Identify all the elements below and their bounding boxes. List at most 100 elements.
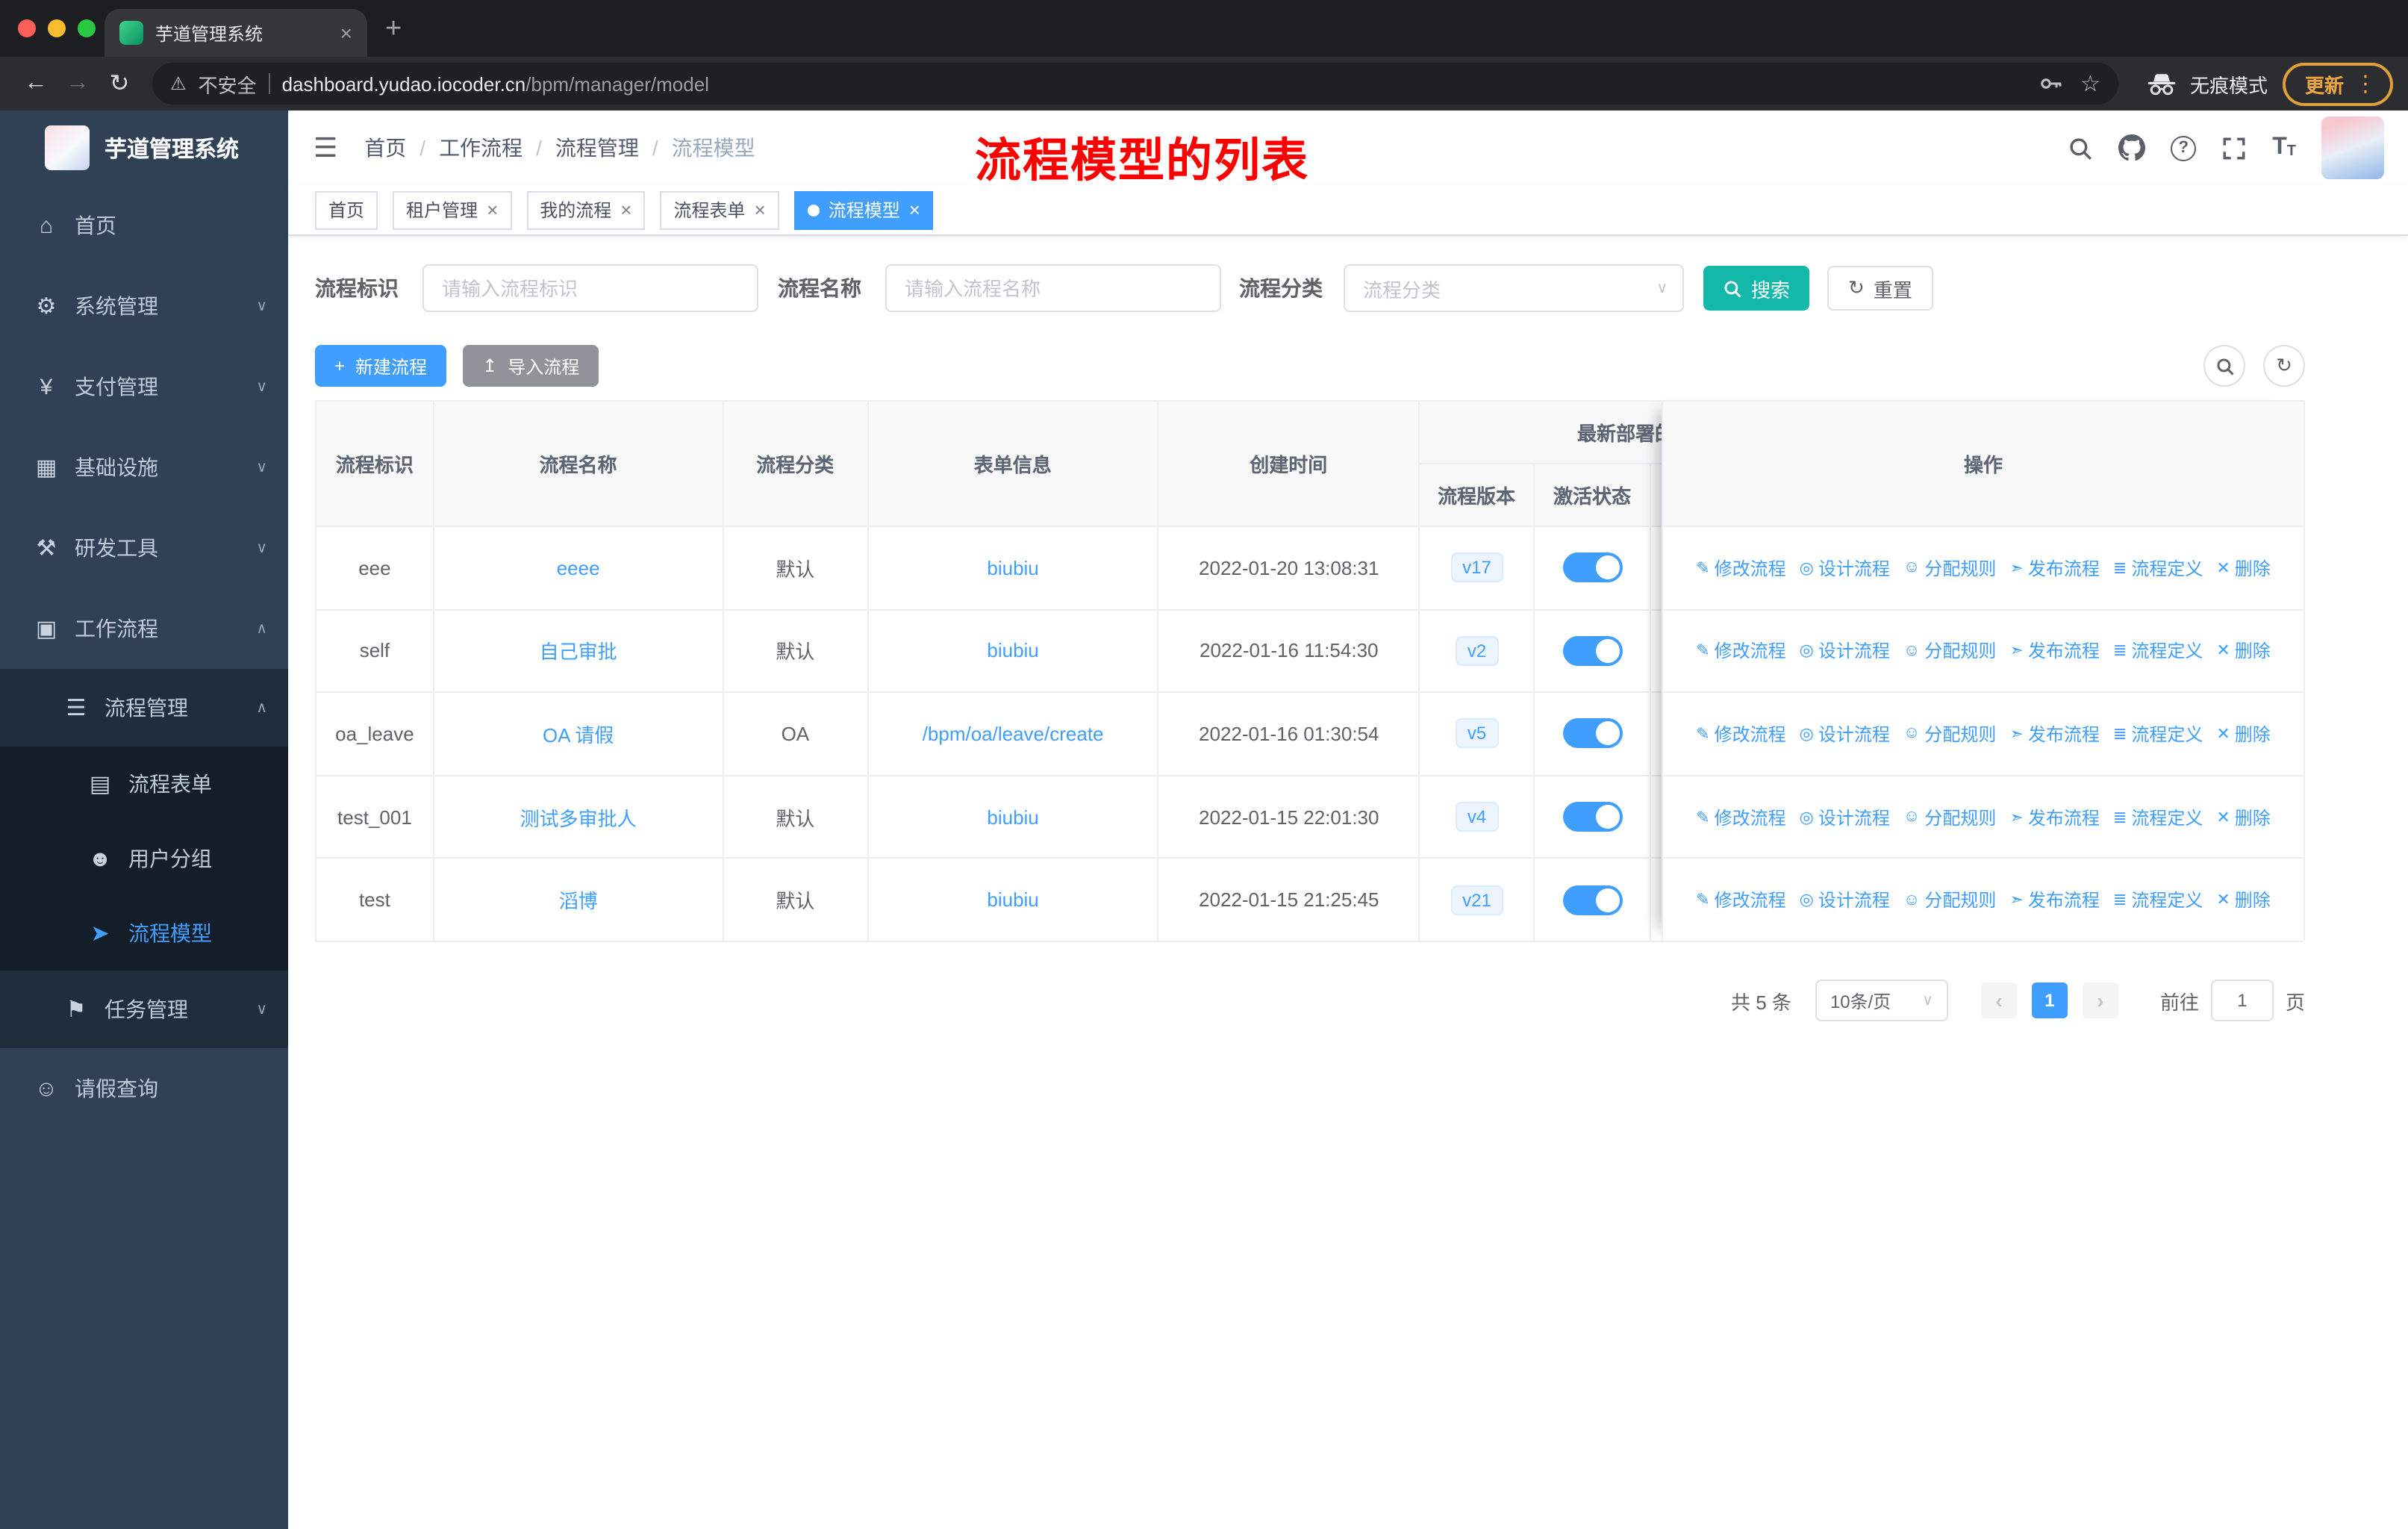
sidebar-item-workflow[interactable]: ▣ 工作流程 ∧ — [0, 588, 288, 669]
breadcrumb-workflow[interactable]: 工作流程 — [439, 133, 523, 163]
sidebar-item-process-form[interactable]: ▤ 流程表单 — [0, 747, 288, 821]
search-button[interactable]: 搜索 — [1703, 266, 1810, 311]
user-avatar[interactable] — [2321, 116, 2384, 179]
sidebar-item-home[interactable]: ⌂ 首页 — [0, 185, 288, 266]
action-edit-process[interactable]: ✎ 修改流程 — [1696, 804, 1785, 829]
action-delete[interactable]: ✕ 删除 — [2216, 555, 2270, 581]
macos-zoom-button[interactable] — [78, 19, 96, 37]
help-icon[interactable]: ? — [2171, 135, 2197, 161]
search-icon[interactable] — [2068, 135, 2093, 161]
sidebar-item-process-model[interactable]: ➤ 流程模型 — [0, 896, 288, 971]
process-category-select[interactable]: 流程分类 ∨ — [1344, 264, 1684, 312]
page-size-select[interactable]: 10条/页 ∨ — [1815, 980, 1948, 1021]
app-logo[interactable]: 芋道管理系统 — [0, 110, 288, 185]
tag-my-process[interactable]: 我的流程 × — [526, 190, 646, 229]
browser-menu-icon[interactable]: ⋮ — [2354, 70, 2377, 97]
forward-button[interactable]: → — [57, 70, 99, 97]
action-publish-process[interactable]: ➣ 发布流程 — [2009, 887, 2099, 912]
url-text[interactable]: dashboard.yudao.iocoder.cn/bpm/manager/m… — [282, 72, 709, 95]
address-bar[interactable]: ⚠ 不安全 dashboard.yudao.iocoder.cn/bpm/man… — [152, 63, 2118, 105]
new-tab-button[interactable]: + — [385, 9, 402, 51]
security-label[interactable]: 不安全 — [199, 69, 257, 98]
current-page-button[interactable]: 1 — [2031, 983, 2068, 1018]
macos-close-button[interactable] — [18, 19, 36, 37]
action-process-definition[interactable]: ≣ 流程定义 — [2113, 638, 2203, 664]
tab-close-icon[interactable]: × — [340, 22, 352, 43]
cell-form-link[interactable]: biubiu — [868, 776, 1159, 859]
refresh-table-button[interactable]: ↻ — [2263, 345, 2305, 387]
action-design-process[interactable]: ◎ 设计流程 — [1800, 804, 1890, 829]
breadcrumb-home[interactable]: 首页 — [364, 133, 406, 163]
sidebar-item-task-management[interactable]: ⚑ 任务管理 ∨ — [0, 971, 288, 1048]
fullscreen-icon[interactable] — [2221, 135, 2247, 161]
chrome-update-button[interactable]: 更新 ⋮ — [2282, 62, 2393, 105]
active-status-toggle[interactable] — [1562, 718, 1623, 749]
tag-process-form[interactable]: 流程表单 × — [660, 190, 779, 229]
goto-page-input[interactable] — [2210, 980, 2274, 1021]
action-process-definition[interactable]: ≣ 流程定义 — [2113, 887, 2203, 912]
cell-form-link[interactable]: biubiu — [868, 610, 1159, 694]
action-assign-rule[interactable]: ☺ 分配规则 — [1903, 638, 1997, 664]
import-process-button[interactable]: ↥ 导入流程 — [463, 345, 599, 387]
active-status-toggle[interactable] — [1562, 552, 1623, 583]
active-status-toggle[interactable] — [1562, 802, 1623, 832]
action-process-definition[interactable]: ≣ 流程定义 — [2113, 804, 2203, 829]
sidebar-collapse-icon[interactable]: ☰ — [314, 132, 337, 164]
sidebar-item-devtools[interactable]: ⚒ 研发工具 ∨ — [0, 508, 288, 588]
breadcrumb-process-management[interactable]: 流程管理 — [555, 133, 639, 163]
reload-button[interactable]: ↻ — [99, 69, 140, 99]
action-delete[interactable]: ✕ 删除 — [2216, 804, 2270, 829]
action-design-process[interactable]: ◎ 设计流程 — [1800, 638, 1890, 664]
action-process-definition[interactable]: ≣ 流程定义 — [2113, 555, 2203, 581]
next-page-button[interactable]: › — [2082, 983, 2118, 1018]
cell-name-link[interactable]: OA 请假 — [434, 693, 724, 776]
tag-close-icon[interactable]: × — [755, 200, 766, 219]
action-publish-process[interactable]: ➣ 发布流程 — [2009, 638, 2099, 664]
bookmark-star-icon[interactable]: ☆ — [2080, 70, 2100, 97]
action-publish-process[interactable]: ➣ 发布流程 — [2009, 555, 2099, 581]
cell-name-link[interactable]: eeee — [434, 527, 724, 611]
password-key-icon[interactable] — [2039, 72, 2062, 96]
cell-name-link[interactable]: 测试多审批人 — [434, 776, 724, 859]
action-assign-rule[interactable]: ☺ 分配规则 — [1903, 555, 1997, 581]
action-delete[interactable]: ✕ 删除 — [2216, 887, 2270, 912]
sidebar-item-infrastructure[interactable]: ▦ 基础设施 ∨ — [0, 427, 288, 508]
process-name-input[interactable] — [885, 264, 1221, 312]
action-design-process[interactable]: ◎ 设计流程 — [1800, 555, 1890, 581]
tag-close-icon[interactable]: × — [620, 200, 631, 219]
cell-form-link[interactable]: biubiu — [868, 859, 1159, 942]
tag-close-icon[interactable]: × — [487, 200, 498, 219]
sidebar-item-leave-query[interactable]: ☺ 请假查询 — [0, 1048, 288, 1129]
action-assign-rule[interactable]: ☺ 分配规则 — [1903, 721, 1997, 747]
action-edit-process[interactable]: ✎ 修改流程 — [1696, 638, 1785, 664]
create-process-button[interactable]: + 新建流程 — [315, 345, 447, 387]
tag-close-icon[interactable]: × — [909, 200, 920, 219]
reset-button[interactable]: ↻ 重置 — [1827, 266, 1933, 311]
cell-form-link[interactable]: /bpm/oa/leave/create — [868, 693, 1159, 776]
macos-minimize-button[interactable] — [48, 19, 66, 37]
cell-form-link[interactable]: biubiu — [868, 527, 1159, 611]
action-assign-rule[interactable]: ☺ 分配规则 — [1903, 887, 1997, 912]
process-key-input[interactable] — [422, 264, 758, 312]
github-icon[interactable] — [2118, 134, 2146, 161]
sidebar-item-payment[interactable]: ¥ 支付管理 ∨ — [0, 346, 288, 427]
action-process-definition[interactable]: ≣ 流程定义 — [2113, 721, 2203, 747]
toggle-search-button[interactable] — [2203, 345, 2245, 387]
action-assign-rule[interactable]: ☺ 分配规则 — [1903, 804, 1997, 829]
action-delete[interactable]: ✕ 删除 — [2216, 638, 2270, 664]
action-publish-process[interactable]: ➣ 发布流程 — [2009, 721, 2099, 747]
sidebar-item-user-group[interactable]: ☻ 用户分组 — [0, 821, 288, 896]
sidebar-item-process-management[interactable]: ☰ 流程管理 ∧ — [0, 669, 288, 747]
action-edit-process[interactable]: ✎ 修改流程 — [1696, 555, 1785, 581]
action-delete[interactable]: ✕ 删除 — [2216, 721, 2270, 747]
cell-name-link[interactable]: 滔博 — [434, 859, 724, 942]
back-button[interactable]: ← — [15, 70, 57, 97]
prev-page-button[interactable]: ‹ — [1980, 983, 2017, 1018]
cell-name-link[interactable]: 自己审批 — [434, 610, 724, 694]
action-publish-process[interactable]: ➣ 发布流程 — [2009, 804, 2099, 829]
tag-home[interactable]: 首页 — [315, 190, 378, 229]
font-size-icon[interactable]: TT — [2272, 135, 2296, 160]
active-status-toggle[interactable] — [1562, 635, 1623, 666]
action-edit-process[interactable]: ✎ 修改流程 — [1696, 887, 1785, 912]
action-design-process[interactable]: ◎ 设计流程 — [1800, 721, 1890, 747]
